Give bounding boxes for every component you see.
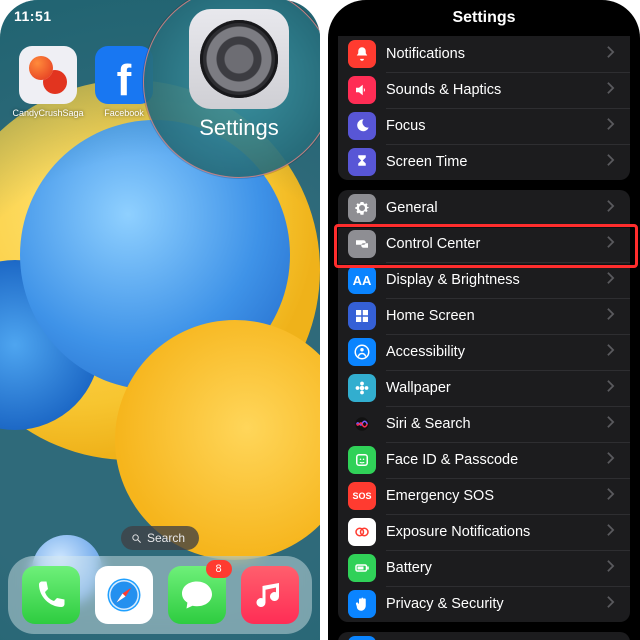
siri-icon [348,410,376,438]
app-store-icon: A [348,636,376,640]
row-label: Home Screen [386,308,606,324]
screen-time-icon [348,148,376,176]
dock-music[interactable] [241,566,299,624]
chevron-right-icon [606,379,620,398]
chevron-right-icon [606,81,620,100]
row-label: General [386,200,606,216]
row-siri[interactable]: Siri & Search [338,406,630,442]
row-label: Notifications [386,46,606,62]
home-screen: 11:51 CandyCrushSaga f Facebook Settings… [0,0,320,640]
row-battery[interactable]: Battery [338,550,630,586]
wallpaper-icon [348,374,376,402]
row-control-center[interactable]: Control Center [338,226,630,262]
chevron-right-icon [606,523,620,542]
notifications-icon [348,40,376,68]
row-wallpaper[interactable]: Wallpaper [338,370,630,406]
dock-messages[interactable]: 8 [168,566,226,624]
chevron-right-icon [606,235,620,254]
row-label: Privacy & Security [386,596,606,612]
row-faceid[interactable]: Face ID & Passcode [338,442,630,478]
settings-label: Settings [144,115,320,141]
nav-title: Settings [328,0,640,36]
phone-icon [33,577,69,613]
status-time: 11:51 [14,8,52,24]
row-label: Wallpaper [386,380,606,396]
control-center-icon [348,230,376,258]
sos-icon: SOS [348,482,376,510]
battery-icon [348,554,376,582]
messages-badge: 8 [206,560,232,578]
sounds-icon [348,76,376,104]
row-general[interactable]: General [338,190,630,226]
chevron-right-icon [606,271,620,290]
row-label: Control Center [386,236,606,252]
home-screen-icon [348,302,376,330]
row-label: Sounds & Haptics [386,82,606,98]
settings-group: Notifications Sounds & Haptics Focus Screen… [338,36,630,180]
row-label: Battery [386,560,606,576]
settings-list[interactable]: Notifications Sounds & Haptics Focus Screen… [328,36,640,640]
row-accessibility[interactable]: Accessibility [338,334,630,370]
row-label: Emergency SOS [386,488,606,504]
chevron-right-icon [606,307,620,326]
chevron-right-icon [606,343,620,362]
settings-screen: Settings Notifications Sounds & Haptics Fo… [328,0,640,640]
accessibility-icon [348,338,376,366]
row-label: Exposure Notifications [386,524,606,540]
chevron-right-icon [606,153,620,172]
row-display[interactable]: AA Display & Brightness [338,262,630,298]
chevron-right-icon [606,415,620,434]
row-label: Display & Brightness [386,272,606,288]
music-icon [252,577,288,613]
row-label: Accessibility [386,344,606,360]
row-label: Siri & Search [386,416,606,432]
row-privacy[interactable]: Privacy & Security [338,586,630,622]
settings-group: General Control Center AA Display & Brightn… [338,190,630,622]
dock: 8 [8,556,312,634]
row-sounds[interactable]: Sounds & Haptics [338,72,630,108]
settings-group: AApp Store [338,632,630,640]
dock-phone[interactable] [22,566,80,624]
gear-icon [200,20,278,98]
general-icon [348,194,376,222]
spotlight-search[interactable]: Search [121,526,199,550]
app-label: Facebook [104,108,144,118]
search-icon [131,533,142,544]
chevron-right-icon [606,45,620,64]
candy-crush-icon [19,46,77,104]
chevron-right-icon [606,451,620,470]
chevron-right-icon [606,595,620,614]
row-label: Focus [386,118,606,134]
privacy-icon [348,590,376,618]
row-exposure[interactable]: Exposure Notifications [338,514,630,550]
row-sos[interactable]: SOS Emergency SOS [338,478,630,514]
exposure-icon [348,518,376,546]
app-candy-crush[interactable]: CandyCrushSaga [18,46,78,118]
row-label: Face ID & Passcode [386,452,606,468]
settings-app[interactable] [189,9,289,109]
row-focus[interactable]: Focus [338,108,630,144]
row-home-screen[interactable]: Home Screen [338,298,630,334]
app-label: CandyCrushSaga [12,108,83,118]
faceid-icon [348,446,376,474]
row-screen-time[interactable]: Screen Time [338,144,630,180]
dock-safari[interactable] [95,566,153,624]
chevron-right-icon [606,117,620,136]
safari-icon [106,577,142,613]
row-app-store[interactable]: AApp Store [338,632,630,640]
row-notifications[interactable]: Notifications [338,36,630,72]
chevron-right-icon [606,559,620,578]
search-label: Search [147,531,185,545]
display-icon: AA [348,266,376,294]
chevron-right-icon [606,199,620,218]
chevron-right-icon [606,487,620,506]
focus-icon [348,112,376,140]
row-label: Screen Time [386,154,606,170]
messages-icon [179,577,215,613]
